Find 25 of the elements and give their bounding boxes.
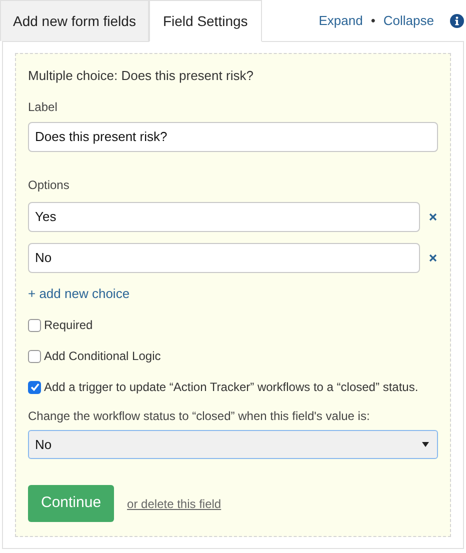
field-label: Change the workflow status to “closed” when this field's value is:: [28, 408, 371, 425]
collapse-link[interactable]: Collapse: [383, 10, 434, 30]
option-input[interactable]: No: [28, 242, 420, 272]
separator-dot: •: [370, 12, 376, 30]
info-icon[interactable]: [450, 14, 464, 28]
tab[interactable]: Field Settings: [148, 0, 262, 42]
checkbox-label: Add a trigger to update “Action Tracker” workflows to a “closed” status.: [44, 379, 418, 396]
status-select[interactable]: No: [28, 430, 438, 459]
checkbox[interactable]: [28, 350, 41, 362]
field-label: Options: [28, 176, 70, 194]
remove-option-button[interactable]: [428, 212, 438, 222]
field-label: Label: [28, 98, 58, 116]
expand-link[interactable]: Expand: [318, 10, 363, 30]
checkbox-label: Required: [44, 317, 93, 334]
add-choice-link[interactable]: + add new choice: [28, 284, 130, 303]
label-input[interactable]: Does this present risk?: [28, 122, 438, 152]
option-input[interactable]: Yes: [28, 202, 420, 232]
caret-icon: [422, 442, 429, 447]
tab[interactable]: Add new form fields: [0, 0, 149, 41]
remove-option-button[interactable]: [428, 252, 438, 262]
checkbox[interactable]: [28, 380, 41, 394]
checkbox[interactable]: [28, 318, 41, 332]
field-title: Multiple choice: Does this present risk?: [28, 67, 254, 85]
delete-field-link[interactable]: or delete this field: [127, 494, 222, 512]
checkbox-label: Add Conditional Logic: [44, 348, 161, 365]
